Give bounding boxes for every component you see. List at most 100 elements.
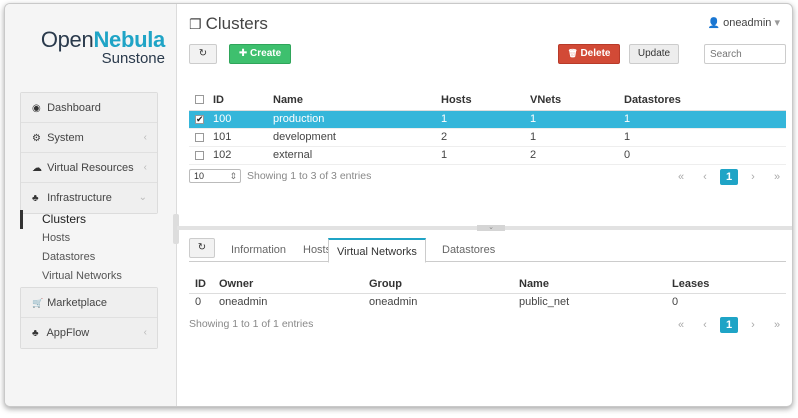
sidebar-item-label: Virtual Resources [47, 162, 134, 174]
row-checkbox-cell[interactable]: ✔ [189, 110, 213, 129]
pagination-top: 10 ⇕ Showing 1 to 3 of 3 entries « ‹ 1 › » [189, 169, 786, 187]
sidebar-item-dashboard[interactable]: ◉ Dashboard [21, 93, 157, 123]
sidebar-item-label: AppFlow [46, 327, 90, 339]
sidebar-item-marketplace[interactable]: 🛒 Marketplace [21, 288, 157, 318]
cell-leases: 0 [672, 295, 679, 308]
table-row[interactable]: 102 external 1 2 0 [189, 146, 786, 165]
delete-label: Delete [580, 48, 611, 59]
pager: « ‹ 1 › » [666, 169, 786, 185]
update-button[interactable]: Update [629, 44, 679, 64]
first-page-button[interactable]: « [672, 171, 690, 183]
last-page-button[interactable]: » [768, 319, 786, 331]
table-row[interactable]: ✔ 100 production 1 1 1 [189, 110, 786, 129]
sidebar-menu-bottom: 🛒 Marketplace ♣ AppFlow ‹ [20, 287, 158, 349]
tab-datastores[interactable]: Datastores [434, 238, 503, 262]
checkbox-checked-icon[interactable]: ✔ [195, 114, 204, 124]
main-content: ❐ Clusters 👤 oneadmin ▾ ↻ ✚ Create 🗑 Dele… [177, 4, 792, 406]
row-checkbox-cell[interactable] [189, 146, 213, 165]
cell-id: 100 [213, 110, 273, 129]
column-header-group[interactable]: Group [369, 276, 519, 294]
table-info: Showing 1 to 1 of 1 entries [189, 318, 314, 330]
delete-button[interactable]: 🗑 Delete [558, 44, 620, 64]
user-icon: 👤 [707, 18, 721, 29]
app-window: OpenNebula Sunstone ◉ Dashboard ⚙ System… [4, 3, 793, 407]
current-page-button[interactable]: 1 [720, 169, 738, 185]
cogs-icon: ⚙ [32, 133, 41, 144]
column-header-name[interactable]: Name [273, 90, 441, 111]
chevron-left-icon: ‹ [143, 132, 147, 143]
refresh-button[interactable]: ↻ [189, 44, 217, 64]
last-page-button[interactable]: » [768, 171, 786, 183]
detail-tabs: ↻ Information Hosts Virtual Networks Dat… [189, 238, 786, 263]
chevron-left-icon: ‹ [143, 327, 147, 338]
column-header-hosts[interactable]: Hosts [441, 90, 530, 111]
resize-grip-icon[interactable]: ⌄ [477, 224, 505, 231]
cell-owner: oneadmin [219, 295, 268, 308]
prev-page-button[interactable]: ‹ [696, 319, 714, 331]
checkbox-icon[interactable] [195, 132, 204, 142]
pagination-bottom: Showing 1 to 1 of 1 entries « ‹ 1 › » [189, 317, 786, 335]
search-input[interactable] [704, 44, 786, 64]
column-header-owner[interactable]: Owner [219, 276, 369, 294]
sidebar-item-virtual-networks[interactable]: Virtual Networks [20, 267, 158, 286]
sidebar-item-virtual-resources[interactable]: ☁ Virtual Resources ‹ [21, 153, 157, 183]
cell-name: public_net [519, 295, 570, 308]
cell-datastores: 1 [624, 128, 786, 147]
sidebar-item-infrastructure[interactable]: ♣ Infrastructure ⌄ [21, 183, 157, 213]
dashboard-icon: ◉ [32, 103, 41, 114]
user-menu[interactable]: 👤 oneadmin ▾ [708, 16, 780, 29]
cell-vnets: 1 [530, 128, 624, 147]
sidebar-item-appflow[interactable]: ♣ AppFlow ‹ [21, 318, 157, 348]
cell-hosts: 1 [441, 146, 530, 165]
refresh-icon: ↻ [198, 48, 208, 59]
cell-name: external [273, 146, 441, 165]
next-page-button[interactable]: › [744, 319, 762, 331]
next-page-button[interactable]: › [744, 171, 762, 183]
select-all-cell[interactable] [189, 90, 213, 111]
updown-icon: ⇕ [229, 171, 237, 181]
cell-hosts: 1 [441, 110, 530, 129]
column-header-id[interactable]: ID [213, 90, 273, 111]
column-header-leases[interactable]: Leases [672, 276, 786, 294]
logo-brand-a: Open [40, 27, 94, 52]
column-header-name[interactable]: Name [519, 276, 672, 294]
tab-virtual-networks[interactable]: Virtual Networks [328, 238, 426, 263]
table-row[interactable]: 0 oneadmin oneadmin public_net 0 [189, 293, 786, 310]
clusters-table: ID Name Hosts VNets Datastores ✔ 100 pro… [189, 90, 786, 165]
cell-datastores: 1 [624, 110, 786, 129]
cell-id: 102 [213, 146, 273, 165]
cell-group: oneadmin [369, 295, 418, 308]
sidebar-item-hosts[interactable]: Hosts [20, 229, 158, 248]
chevron-left-icon: ‹ [143, 162, 147, 173]
column-header-datastores[interactable]: Datastores [624, 90, 786, 111]
sidebar-item-datastores[interactable]: Datastores [20, 248, 158, 267]
page-title: ❐ Clusters [189, 14, 268, 34]
table-row[interactable]: 101 development 2 1 1 [189, 128, 786, 147]
tab-information[interactable]: Information [223, 238, 294, 262]
current-page-button[interactable]: 1 [720, 317, 738, 333]
virtual-networks-table: ID Owner Group Name Leases 0 oneadmin on… [189, 276, 786, 310]
sidebar-item-clusters[interactable]: Clusters [20, 210, 158, 229]
column-header-id[interactable]: ID [189, 276, 219, 294]
page-title-text: Clusters [205, 14, 268, 33]
clone-icon: ❐ [189, 16, 202, 32]
logo-brand-b: Nebula [93, 27, 165, 52]
sidebar-item-label: Marketplace [47, 297, 107, 309]
row-checkbox-cell[interactable] [189, 128, 213, 147]
cart-icon: 🛒 [32, 298, 44, 308]
prev-page-button[interactable]: ‹ [696, 171, 714, 183]
cell-vnets: 2 [530, 146, 624, 165]
page-length-select[interactable]: 10 ⇕ [189, 169, 241, 183]
first-page-button[interactable]: « [672, 319, 690, 331]
checkbox-icon[interactable] [195, 150, 204, 160]
checkbox-icon[interactable] [195, 95, 204, 105]
logo[interactable]: OpenNebula Sunstone [25, 29, 165, 67]
cell-id: 101 [213, 128, 273, 147]
sidebar-item-label: System [47, 132, 84, 144]
create-button[interactable]: ✚ Create [229, 44, 291, 64]
pager: « ‹ 1 › » [666, 317, 786, 333]
column-header-vnets[interactable]: VNets [530, 90, 624, 111]
detail-refresh-button[interactable]: ↻ [189, 238, 215, 258]
sidebar-item-system[interactable]: ⚙ System ‹ [21, 123, 157, 153]
refresh-icon: ↻ [197, 242, 207, 253]
